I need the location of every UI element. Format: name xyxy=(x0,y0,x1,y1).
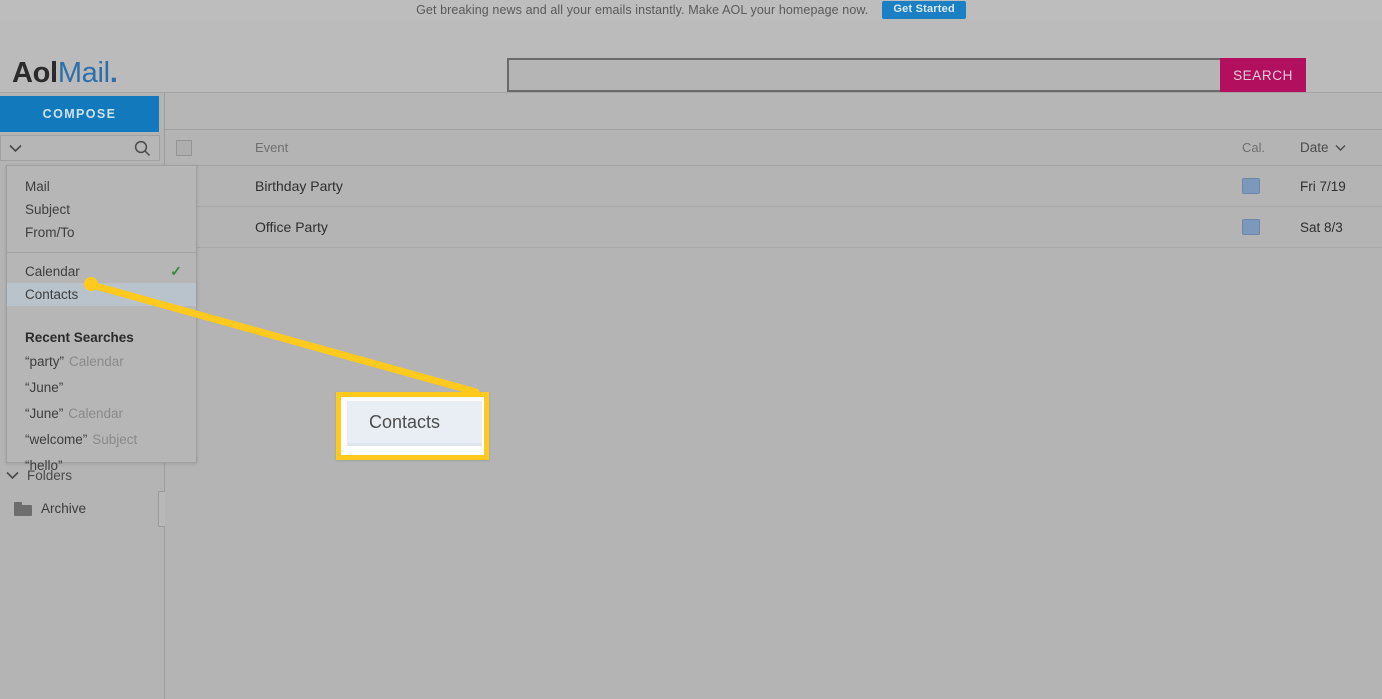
get-started-button[interactable]: Get Started xyxy=(882,0,966,19)
column-header-event[interactable]: Event xyxy=(255,140,1242,155)
aol-mail-logo[interactable]: AolMail. xyxy=(12,57,118,90)
column-header-date[interactable]: Date xyxy=(1300,140,1382,155)
calendar-color-swatch xyxy=(1242,219,1260,235)
annotation-callout-strip xyxy=(347,443,482,446)
archive-label: Archive xyxy=(41,501,87,516)
event-date: Sat 8/3 xyxy=(1300,219,1343,235)
search-bar: SEARCH xyxy=(507,58,1306,92)
dropdown-item-contacts[interactable]: Contacts xyxy=(7,283,196,306)
search-scope-dropdown: Mail Subject From/To Calendar ✓ Contacts… xyxy=(6,165,197,473)
promo-banner-text: Get breaking news and all your emails in… xyxy=(416,2,869,17)
sidebar-search-row[interactable] xyxy=(0,135,160,161)
annotation-callout-box: Contacts xyxy=(336,392,489,460)
dropdown-item-label: Calendar xyxy=(25,264,80,279)
column-header-date-label: Date xyxy=(1300,140,1329,155)
event-date: Fri 7/19 xyxy=(1300,178,1346,194)
promo-banner: Get breaking news and all your emails in… xyxy=(0,0,1382,19)
dropdown-item-mail[interactable]: Mail xyxy=(7,175,196,198)
select-all-checkbox[interactable] xyxy=(176,139,192,156)
recent-search-scope: Calendar xyxy=(69,354,124,369)
dropdown-divider xyxy=(7,252,196,253)
recent-search-item[interactable]: “welcome” Subject xyxy=(7,428,196,451)
checkmark-icon: ✓ xyxy=(170,263,182,279)
recent-search-term: “June” xyxy=(25,380,64,395)
event-title: Office Party xyxy=(255,219,328,235)
dropdown-item-subject[interactable]: Subject xyxy=(7,198,196,221)
list-header: Event Cal. Date xyxy=(165,130,1382,166)
recent-search-item[interactable]: “June” xyxy=(7,376,196,399)
table-row[interactable]: Birthday Party Fri 7/19 xyxy=(165,166,1382,207)
recent-search-item[interactable]: “June” Calendar xyxy=(7,402,196,425)
dropdown-item-calendar[interactable]: Calendar ✓ xyxy=(7,260,196,283)
dropdown-item-label: From/To xyxy=(25,225,75,240)
search-input[interactable] xyxy=(507,58,1220,92)
masthead: AolMail. SEARCH xyxy=(0,19,1382,93)
list-toolbar xyxy=(165,93,1382,130)
recent-search-term: “party” xyxy=(25,354,65,369)
recent-search-term: “June” xyxy=(25,406,64,421)
recent-search-scope: Subject xyxy=(92,432,138,447)
search-button[interactable]: SEARCH xyxy=(1220,58,1306,92)
dropdown-item-from-to[interactable]: From/To xyxy=(7,221,196,244)
table-row[interactable]: Office Party Sat 8/3 xyxy=(165,207,1382,248)
chevron-down-icon[interactable] xyxy=(9,144,22,153)
calendar-color-swatch xyxy=(1242,178,1260,194)
chevron-down-icon[interactable] xyxy=(1335,144,1346,152)
recent-search-item[interactable]: “hello” xyxy=(7,454,196,477)
compose-button[interactable]: COMPOSE xyxy=(0,96,159,132)
logo-dot: . xyxy=(109,57,118,89)
dropdown-item-label: Subject xyxy=(25,202,71,217)
recent-searches-heading: Recent Searches xyxy=(25,330,134,345)
sidebar-item-archive[interactable]: Archive xyxy=(14,501,86,516)
dropdown-item-label: Mail xyxy=(25,179,50,194)
search-icon[interactable] xyxy=(134,140,151,157)
dropdown-item-label: Contacts xyxy=(25,287,79,302)
recent-search-term: “hello” xyxy=(25,458,63,473)
logo-aol-text: Aol xyxy=(12,57,58,89)
calendar-color-cell xyxy=(1242,178,1300,194)
recent-search-term: “welcome” xyxy=(25,432,88,447)
recent-search-scope: Calendar xyxy=(68,406,124,421)
annotation-callout-inner: Contacts xyxy=(347,401,482,443)
calendar-color-cell xyxy=(1242,219,1300,235)
event-title: Birthday Party xyxy=(255,178,343,194)
page-root: Get breaking news and all your emails in… xyxy=(0,0,1382,699)
column-header-cal[interactable]: Cal. xyxy=(1242,140,1300,155)
folder-icon xyxy=(14,501,32,516)
recent-search-item[interactable]: “party” Calendar xyxy=(7,350,196,373)
annotation-callout-text: Contacts xyxy=(369,411,441,432)
logo-mail-text: Mail xyxy=(57,57,110,89)
